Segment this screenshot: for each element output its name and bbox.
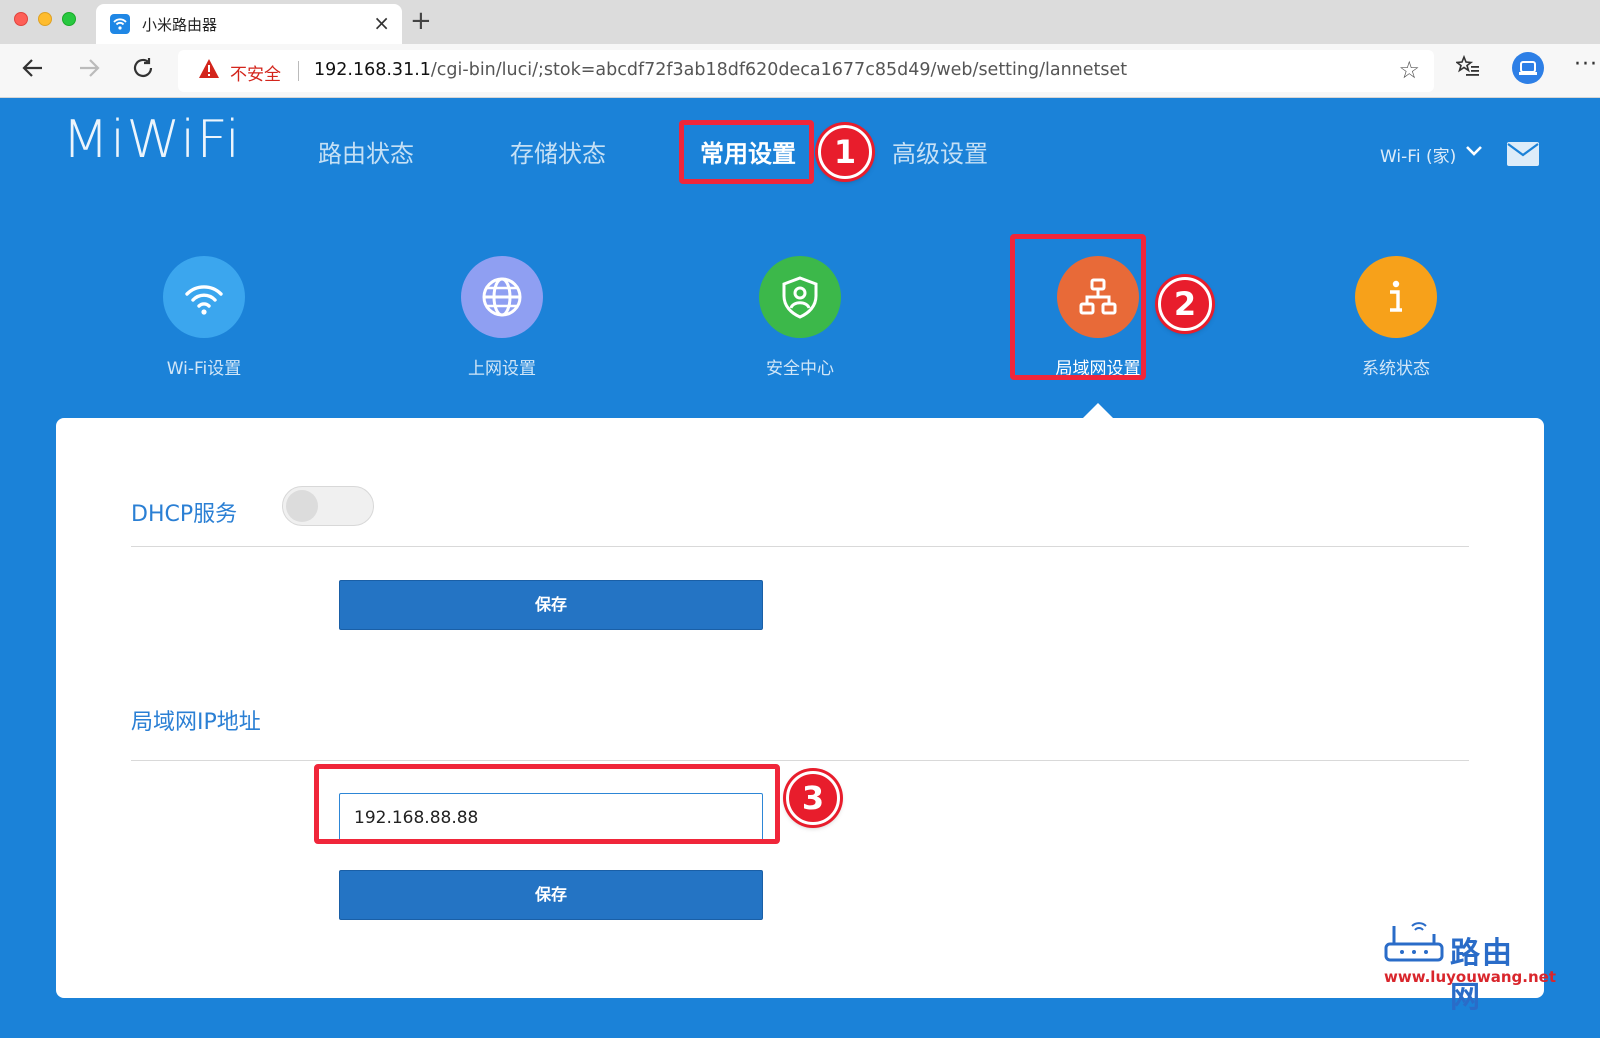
info-icon xyxy=(1355,256,1437,338)
url-text[interactable]: 192.168.31.1/cgi-bin/luci/;stok=abcdf72f… xyxy=(314,60,1127,80)
dhcp-section-title: DHCP服务 xyxy=(131,502,238,527)
app-internet-settings[interactable]: 上网设置 xyxy=(432,256,572,379)
insecure-label[interactable]: 不安全 xyxy=(230,60,281,85)
save-lan-ip-button[interactable]: 保存 xyxy=(339,870,763,920)
watermark: 路由网 www.luyouwang.net xyxy=(1382,920,1556,1015)
app-label: 系统状态 xyxy=(1362,359,1430,379)
nav-storage-status[interactable]: 存储状态 xyxy=(510,134,606,169)
browser-toolbar: 不安全 192.168.31.1/cgi-bin/luci/;stok=abcd… xyxy=(0,44,1600,98)
divider xyxy=(131,760,1469,761)
app-label: 上网设置 xyxy=(468,359,536,379)
annotation-box-lan-settings xyxy=(1010,234,1146,380)
divider xyxy=(131,546,1469,547)
miwifi-logo: MiWiFi xyxy=(62,110,242,170)
wifi-favicon-icon xyxy=(110,14,130,34)
annotation-badge-one: 1 xyxy=(818,125,872,179)
annotation-box-common-settings xyxy=(679,120,814,184)
tab-close-icon[interactable]: × xyxy=(373,11,390,35)
save-dhcp-button[interactable]: 保存 xyxy=(339,580,763,630)
nav-advanced-settings[interactable]: 高级设置 xyxy=(892,134,988,169)
shield-icon xyxy=(759,256,841,338)
wifi-icon xyxy=(163,256,245,338)
toggle-knob xyxy=(286,490,318,522)
app-security-center[interactable]: 安全中心 xyxy=(730,256,870,379)
active-tab-pointer xyxy=(1082,403,1114,419)
url-path: /cgi-bin/luci/;stok=abcdf72f3ab18df620de… xyxy=(430,60,1128,80)
annotation-badge-three: 3 xyxy=(786,771,840,825)
app-label: Wi-Fi设置 xyxy=(166,359,242,379)
watermark-url: www.luyouwang.net xyxy=(1384,968,1557,986)
annotation-badge-two: 2 xyxy=(1158,277,1212,331)
nav-router-status[interactable]: 路由状态 xyxy=(318,134,414,169)
back-arrow-icon[interactable] xyxy=(20,55,46,88)
globe-icon xyxy=(461,256,543,338)
mail-icon[interactable] xyxy=(1507,142,1539,166)
reload-icon[interactable] xyxy=(130,55,156,88)
url-separator xyxy=(298,61,299,81)
router-logo-icon xyxy=(1382,920,1446,970)
bookmark-star-icon[interactable]: ☆ xyxy=(1398,56,1420,84)
new-tab-button[interactable]: + xyxy=(410,6,432,36)
app-label: 安全中心 xyxy=(766,359,834,379)
maximize-window-button[interactable] xyxy=(62,12,76,26)
app-wifi-settings[interactable]: Wi-Fi设置 xyxy=(134,256,274,379)
chevron-down-icon[interactable] xyxy=(1464,140,1484,160)
tab-title: 小米路由器 xyxy=(142,16,218,34)
close-window-button[interactable] xyxy=(14,12,28,26)
wifi-network-selector[interactable]: Wi-Fi (家) xyxy=(1380,142,1456,167)
settings-card: DHCP服务 保存 局域网IP地址 192.168.88.88 保存 xyxy=(56,418,1544,998)
warning-triangle-icon xyxy=(198,58,220,82)
annotation-box-lan-ip xyxy=(314,764,780,844)
address-bar[interactable]: 不安全 192.168.31.1/cgi-bin/luci/;stok=abcd… xyxy=(178,50,1434,92)
minimize-window-button[interactable] xyxy=(38,12,52,26)
browser-tab[interactable]: 小米路由器 × xyxy=(96,4,402,44)
favorites-list-icon[interactable] xyxy=(1454,54,1480,84)
browser-tab-bar: 小米路由器 × + xyxy=(0,0,1600,44)
more-menu-icon[interactable]: ··· xyxy=(1574,52,1598,77)
url-host: 192.168.31.1 xyxy=(314,60,431,80)
dhcp-toggle[interactable] xyxy=(282,486,374,526)
app-system-status[interactable]: 系统状态 xyxy=(1326,256,1466,379)
lan-ip-section-title: 局域网IP地址 xyxy=(131,710,261,735)
profile-avatar-icon[interactable] xyxy=(1512,52,1544,84)
forward-arrow-icon[interactable] xyxy=(76,55,102,88)
